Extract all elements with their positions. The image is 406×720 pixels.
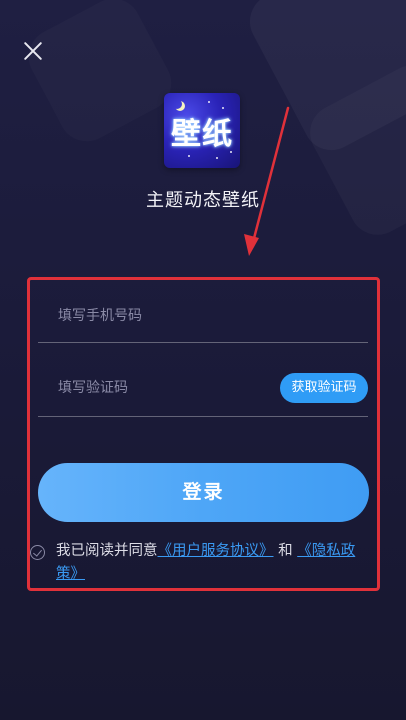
agreement-text: 我已阅读并同意《用户服务协议》 和 《隐私政策》 [56, 540, 361, 586]
star-icon [208, 101, 210, 103]
user-agreement-link[interactable]: 《用户服务协议》 [158, 543, 274, 559]
phone-input[interactable] [58, 297, 258, 335]
app-logo: 壁纸 [164, 93, 240, 168]
code-field: 获取验证码 [38, 369, 368, 417]
code-input[interactable] [58, 369, 258, 407]
star-icon [188, 155, 190, 157]
moon-icon [172, 99, 182, 109]
background-shape [19, 0, 181, 151]
app-logo-text: 壁纸 [171, 117, 233, 152]
get-code-button[interactable]: 获取验证码 [280, 373, 368, 403]
close-icon[interactable] [20, 38, 46, 64]
star-icon [216, 157, 218, 159]
agreement-prefix: 我已阅读并同意 [56, 543, 158, 559]
agreement-checkbox[interactable] [30, 545, 45, 560]
login-button[interactable]: 登录 [38, 463, 369, 522]
app-title: 主题动态壁纸 [146, 190, 260, 211]
phone-field [38, 297, 368, 343]
agreement-conjunction: 和 [278, 543, 293, 559]
